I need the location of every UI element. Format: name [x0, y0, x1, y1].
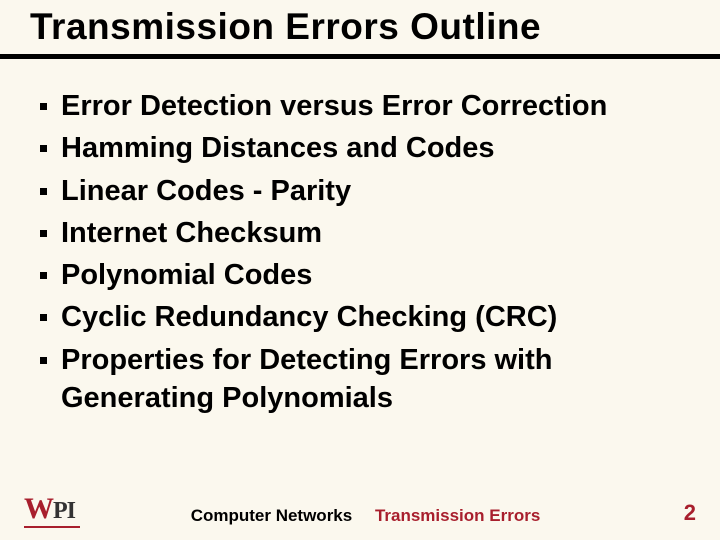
- footer-label-topic: Transmission Errors: [375, 506, 540, 525]
- list-item-text: Cyclic Redundancy Checking (CRC): [61, 298, 690, 336]
- bullet-list: Error Detection versus Error Correction …: [40, 87, 690, 417]
- bullet-square-icon: [40, 357, 47, 364]
- list-item-text: Hamming Distances and Codes: [61, 129, 690, 167]
- logo-w: W: [24, 492, 52, 526]
- list-item: Error Detection versus Error Correction: [40, 87, 690, 125]
- bullet-square-icon: [40, 272, 47, 279]
- content-area: Error Detection versus Error Correction …: [0, 59, 720, 417]
- logo-pi: PI: [53, 498, 75, 525]
- list-item-text: Linear Codes - Parity: [61, 172, 690, 210]
- list-item: Hamming Distances and Codes: [40, 129, 690, 167]
- bullet-square-icon: [40, 314, 47, 321]
- logo-underline: [24, 526, 80, 528]
- list-item: Cyclic Redundancy Checking (CRC): [40, 298, 690, 336]
- page-number: 2: [656, 500, 696, 526]
- bullet-square-icon: [40, 188, 47, 195]
- bullet-square-icon: [40, 230, 47, 237]
- list-item: Polynomial Codes: [40, 256, 690, 294]
- title-area: Transmission Errors Outline: [0, 0, 720, 52]
- slide: Transmission Errors Outline Error Detect…: [0, 0, 720, 540]
- list-item-text: Polynomial Codes: [61, 256, 690, 294]
- slide-title: Transmission Errors Outline: [30, 6, 708, 48]
- list-item-text: Properties for Detecting Errors with Gen…: [61, 341, 690, 418]
- list-item-text: Error Detection versus Error Correction: [61, 87, 690, 125]
- list-item: Internet Checksum: [40, 214, 690, 252]
- list-item: Linear Codes - Parity: [40, 172, 690, 210]
- bullet-square-icon: [40, 103, 47, 110]
- list-item: Properties for Detecting Errors with Gen…: [40, 341, 690, 418]
- bullet-square-icon: [40, 145, 47, 152]
- footer-label-course: Computer Networks: [191, 506, 353, 525]
- wpi-logo: W PI: [24, 492, 75, 526]
- footer: W PI Computer Networks Transmission Erro…: [0, 492, 720, 526]
- footer-center: Computer Networks Transmission Errors: [75, 506, 656, 526]
- list-item-text: Internet Checksum: [61, 214, 690, 252]
